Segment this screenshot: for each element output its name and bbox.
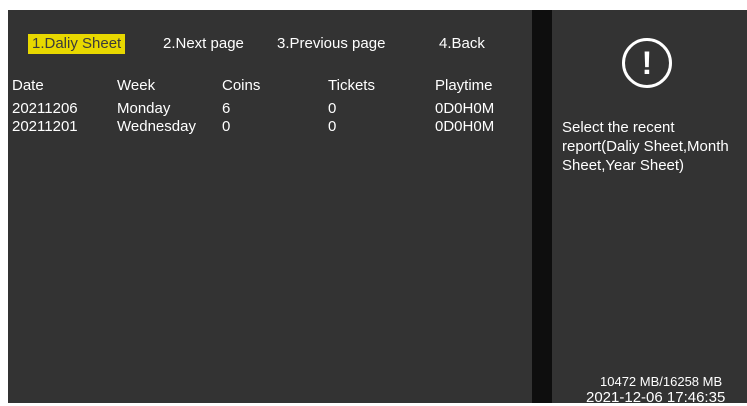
cell-week: Wednesday — [117, 118, 196, 135]
table-row: 20211206 Monday 6 0 0D0H0M — [8, 99, 532, 118]
cell-tickets: 0 — [328, 100, 337, 117]
menu-item-previous-page[interactable]: 3.Previous page — [277, 34, 385, 54]
cell-coins: 0 — [222, 118, 231, 135]
menu-bar: 1.Daliy Sheet 2.Next page 3.Previous pag… — [8, 34, 532, 56]
cell-date: 20211201 — [12, 118, 78, 135]
column-header-tickets: Tickets — [328, 77, 375, 94]
column-header-coins: Coins — [222, 77, 261, 94]
alert-glyph: ! — [641, 45, 653, 81]
panel-divider — [532, 10, 552, 403]
column-header-week: Week — [117, 77, 156, 94]
table-header: Date Week Coins Tickets Playtime — [8, 76, 532, 95]
menu-item-back[interactable]: 4.Back — [439, 34, 485, 54]
menu-item-label: 2.Next page — [163, 35, 244, 52]
menu-item-label: 3.Previous page — [277, 35, 386, 52]
info-panel: ! Select the recent report(Daliy Sheet,M… — [552, 10, 747, 406]
storage-usage: 10472 MB/16258 MB — [600, 374, 723, 389]
report-panel: 1.Daliy Sheet 2.Next page 3.Previous pag… — [8, 10, 532, 403]
cell-date: 20211206 — [12, 100, 78, 117]
table-row: 20211201 Wednesday 0 0 0D0H0M — [8, 117, 532, 136]
menu-item-label: 4.Back — [439, 35, 485, 52]
help-text: Select the recent report(Daliy Sheet,Mon… — [562, 119, 729, 174]
cell-tickets: 0 — [328, 118, 337, 135]
column-header-playtime: Playtime — [435, 77, 493, 94]
system-clock: 2021-12-06 17:46:35 — [586, 389, 726, 406]
menu-item-label: 1.Daliy Sheet — [32, 35, 122, 52]
exclamation-circle-icon: ! — [622, 38, 672, 88]
cell-playtime: 0D0H0M — [435, 100, 495, 117]
menu-item-daily-sheet[interactable]: 1.Daliy Sheet — [28, 34, 126, 54]
menu-item-next-page[interactable]: 2.Next page — [163, 34, 244, 54]
cell-playtime: 0D0H0M — [435, 118, 495, 135]
cell-week: Monday — [117, 100, 171, 117]
column-header-date: Date — [12, 77, 44, 94]
cell-coins: 6 — [222, 100, 231, 117]
